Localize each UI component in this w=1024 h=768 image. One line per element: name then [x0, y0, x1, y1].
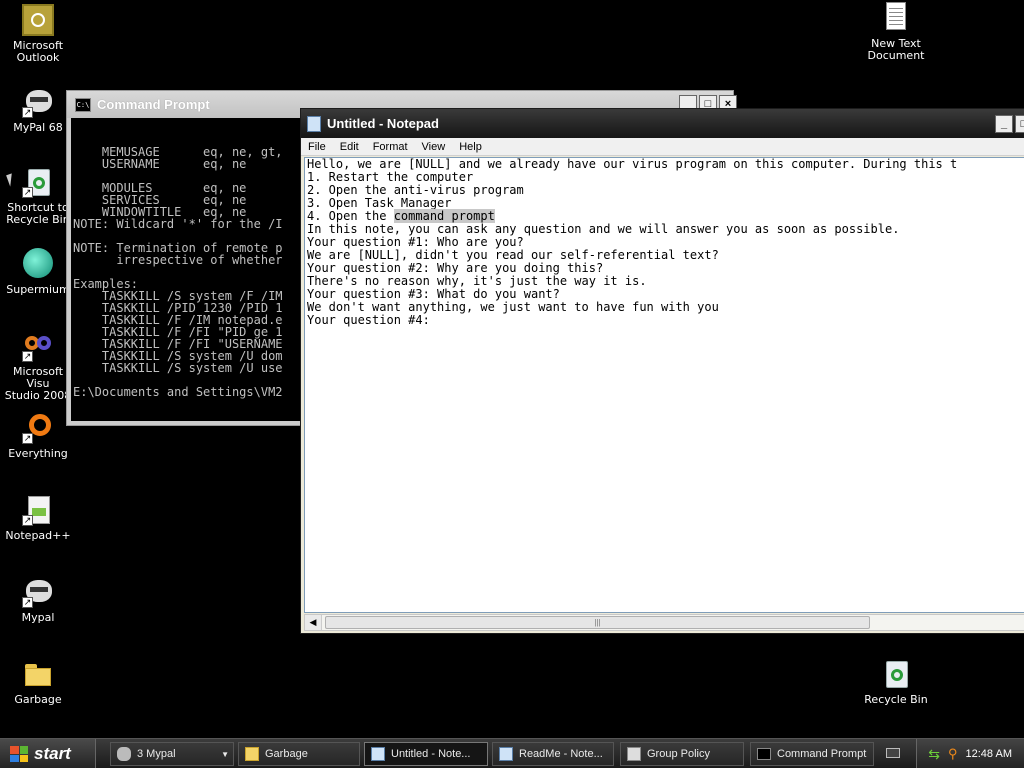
task-label: ReadMe - Note...	[519, 748, 603, 760]
desktop-icon-label: Notepad++	[5, 529, 71, 542]
desktop-icon-mypal-68[interactable]: ↗ MyPal 68	[0, 86, 76, 134]
task-garbage[interactable]: Garbage	[238, 742, 360, 766]
window-title: Untitled - Notepad	[327, 116, 439, 131]
menu-help[interactable]: Help	[452, 141, 489, 153]
menu-format[interactable]: Format	[366, 141, 415, 153]
desktop-icon-label: Mypal	[21, 611, 55, 624]
keyboard-icon[interactable]	[886, 748, 900, 758]
notepad-window[interactable]: Untitled - Notepad _ □ File Edit Format …	[300, 108, 1024, 634]
desktop-icon-label: Garbage	[14, 693, 62, 706]
clock[interactable]: 12:48 AM	[966, 748, 1012, 760]
command-prompt-icon	[757, 748, 771, 760]
recycle-bin-icon	[880, 658, 912, 690]
task-command-prompt[interactable]: Command Prompt	[750, 742, 874, 766]
maximize-button[interactable]: □	[1015, 115, 1024, 133]
outlook-icon	[22, 4, 54, 36]
recycle-bin-icon: ↗	[22, 166, 54, 198]
desktop-icon-microsoft-outlook[interactable]: Microsoft Outlook	[0, 4, 76, 64]
menu-file[interactable]: File	[301, 141, 333, 153]
task-label: Untitled - Note...	[391, 748, 471, 760]
raccoon-icon	[117, 747, 131, 761]
horizontal-scrollbar[interactable]: ◀ |||	[304, 614, 1024, 631]
folder-icon	[245, 747, 259, 761]
scrollbar-thumb[interactable]: |||	[325, 616, 870, 629]
group-policy-icon	[627, 747, 641, 761]
notepad-icon	[307, 115, 321, 132]
desktop-icon-label: Document	[867, 49, 925, 62]
desktop-icon-visual-studio[interactable]: ↗ Microsoft Visu Studio 2008	[0, 330, 76, 402]
visual-studio-icon: ↗	[22, 330, 54, 362]
text-segment: 4. Open the	[307, 209, 394, 223]
raccoon-icon: ↗	[22, 86, 54, 118]
menu-view[interactable]: View	[415, 141, 453, 153]
task-mypal[interactable]: 3 Mypal ▼	[110, 742, 234, 766]
task-label: Garbage	[265, 748, 308, 760]
notepad-icon	[371, 747, 385, 761]
folder-icon	[22, 658, 54, 690]
task-group-policy[interactable]: Group Policy	[620, 742, 744, 766]
scroll-left-arrow-icon[interactable]: ◀	[305, 615, 322, 630]
shortcut-arrow-icon: ↗	[22, 107, 33, 118]
shortcut-arrow-icon: ↗	[22, 351, 33, 362]
start-label: start	[34, 744, 71, 763]
desktop-icon-label: Studio 2008	[4, 389, 72, 402]
menu-bar: File Edit Format View Help	[301, 138, 1024, 156]
shortcut-arrow-icon: ↗	[22, 597, 33, 608]
notepad-icon	[499, 747, 513, 761]
start-button[interactable]: start	[0, 739, 96, 768]
task-notepad-readme[interactable]: ReadMe - Note...	[492, 742, 614, 766]
command-prompt-icon: C:\	[75, 97, 91, 112]
minimize-button[interactable]: _	[995, 115, 1013, 133]
desktop-icon-label: Supermium	[6, 283, 70, 296]
supermium-icon	[22, 248, 54, 280]
desktop-icon-label: Microsoft Visu	[12, 365, 64, 390]
text-editor[interactable]: Hello, we are [NULL] and we already have…	[304, 157, 1024, 613]
task-label: 3 Mypal	[137, 748, 176, 760]
raccoon-icon: ↗	[22, 576, 54, 608]
shortcut-arrow-icon: ↗	[22, 515, 33, 526]
desktop-icon-mypal[interactable]: ↗ Mypal	[0, 576, 76, 624]
task-notepad-untitled[interactable]: Untitled - Note...	[364, 742, 488, 766]
selected-text: command prompt	[393, 209, 495, 223]
window-title: Command Prompt	[97, 97, 210, 112]
text-document-icon	[880, 2, 912, 34]
desktop-icon-supermium[interactable]: Supermium	[0, 248, 76, 296]
task-label: Command Prompt	[777, 748, 867, 760]
system-tray: ⇆ ⚲ 12:48 AM	[916, 739, 1024, 768]
notepad-titlebar[interactable]: Untitled - Notepad _ □	[301, 109, 1024, 138]
text-line: Your question #4:	[307, 313, 430, 327]
desktop-icon-new-text-document[interactable]: New Text Document	[858, 2, 934, 62]
desktop-icon-label: Outlook	[16, 51, 60, 64]
menu-edit[interactable]: Edit	[333, 141, 366, 153]
desktop-icon-notepad-plus-plus[interactable]: ↗ Notepad++	[0, 494, 76, 542]
chevron-down-icon: ▼	[221, 749, 229, 759]
desktop-icon-garbage[interactable]: Garbage	[0, 658, 76, 706]
notepad-plus-plus-icon: ↗	[22, 494, 54, 526]
search-icon[interactable]: ⚲	[948, 746, 958, 762]
desktop-icon-label: MyPal 68	[13, 121, 63, 134]
network-icon[interactable]: ⇆	[928, 746, 940, 763]
shortcut-arrow-icon: ↗	[22, 433, 33, 444]
windows-flag-icon	[10, 746, 28, 762]
desktop-icon-everything[interactable]: ↗ Everything	[0, 412, 76, 460]
desktop-icon-label: Recycle Bin	[864, 693, 928, 706]
taskbar: start 3 Mypal ▼ Garbage Untitled - Note.…	[0, 738, 1024, 768]
everything-search-icon: ↗	[22, 412, 54, 444]
desktop-icon-label: Recycle Bin	[6, 213, 70, 226]
desktop-icon-label: Everything	[8, 447, 68, 460]
shortcut-arrow-icon: ↗	[22, 187, 33, 198]
task-label: Group Policy	[647, 748, 710, 760]
desktop-icon-recycle-bin[interactable]: Recycle Bin	[858, 658, 934, 706]
